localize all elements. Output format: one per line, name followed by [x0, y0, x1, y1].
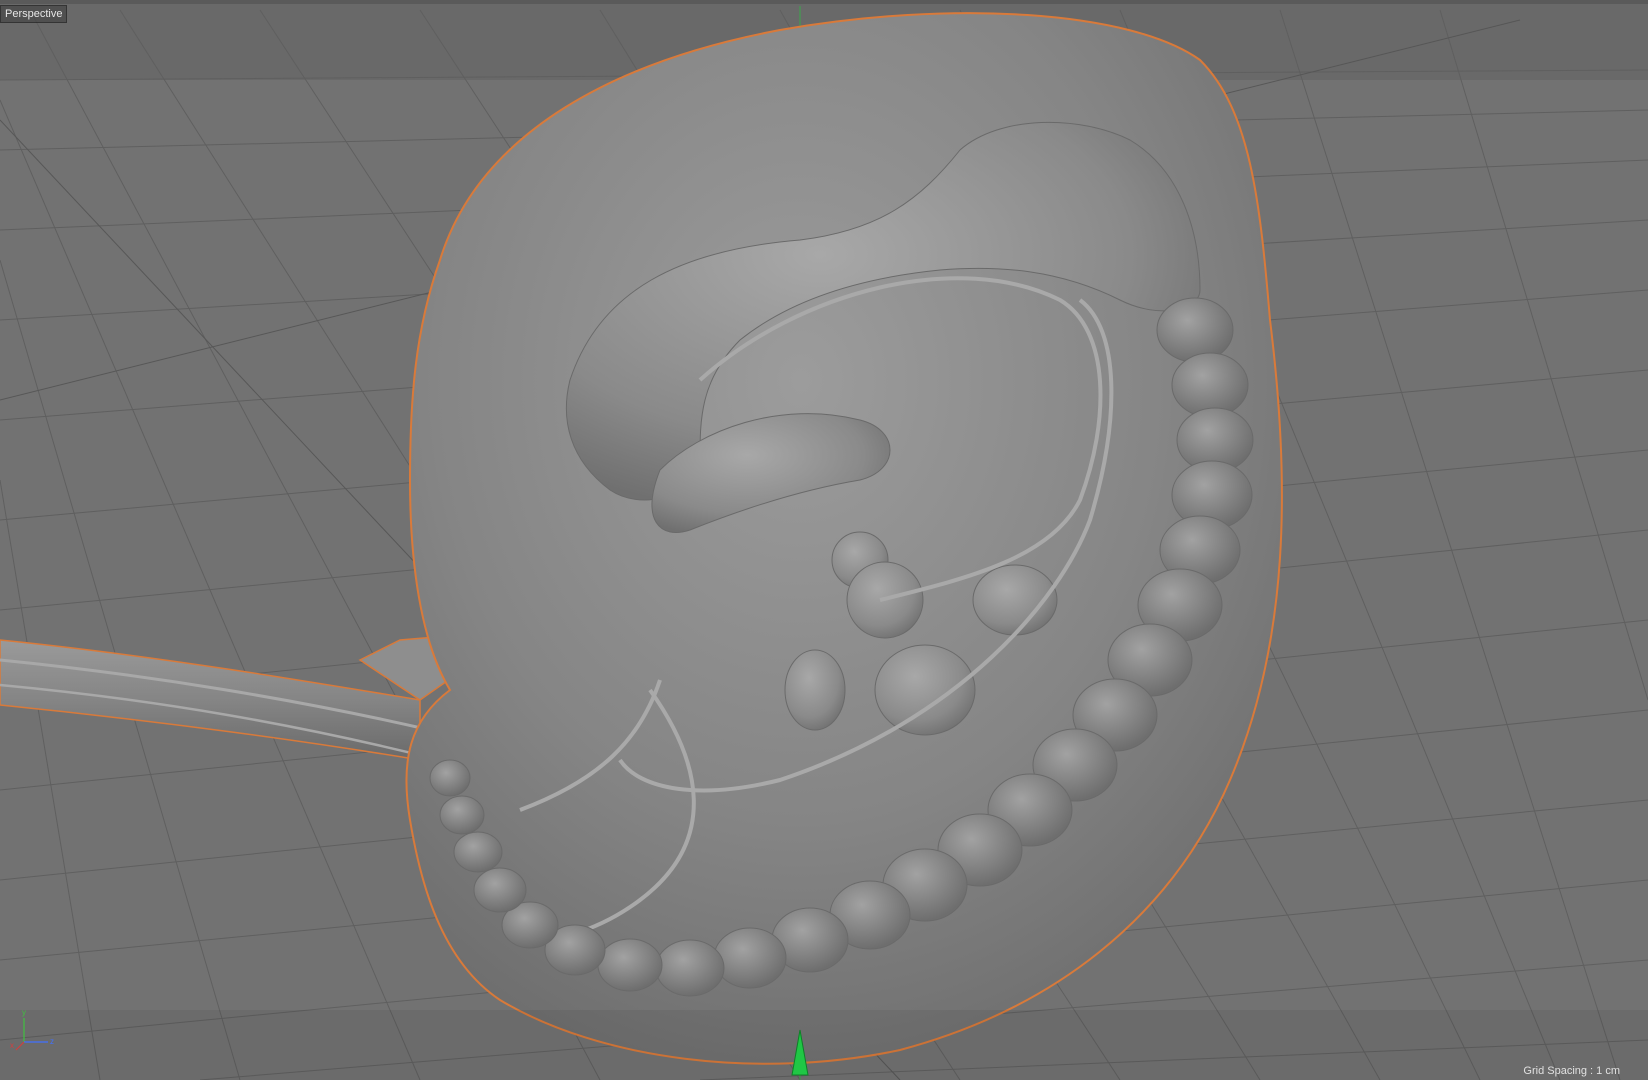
viewport-lower-shade — [0, 1010, 1648, 1080]
scene-canvas[interactable] — [0, 0, 1648, 1080]
axis-orientation-widget: y z x — [10, 1008, 64, 1052]
axis-gizmo-icon — [15, 1018, 48, 1051]
axis-x-label: x — [10, 1041, 14, 1050]
axis-y-label: y — [22, 1008, 26, 1017]
camera-label[interactable]: Perspective — [0, 5, 68, 23]
grid-spacing-label: Grid Spacing : 1 cm — [1523, 1065, 1620, 1077]
axis-z-label: z — [50, 1037, 54, 1046]
3d-viewport[interactable]: Perspective y z x Grid Spacing : 1 cm — [0, 0, 1648, 1080]
umbilical-cord-model — [0, 634, 471, 762]
